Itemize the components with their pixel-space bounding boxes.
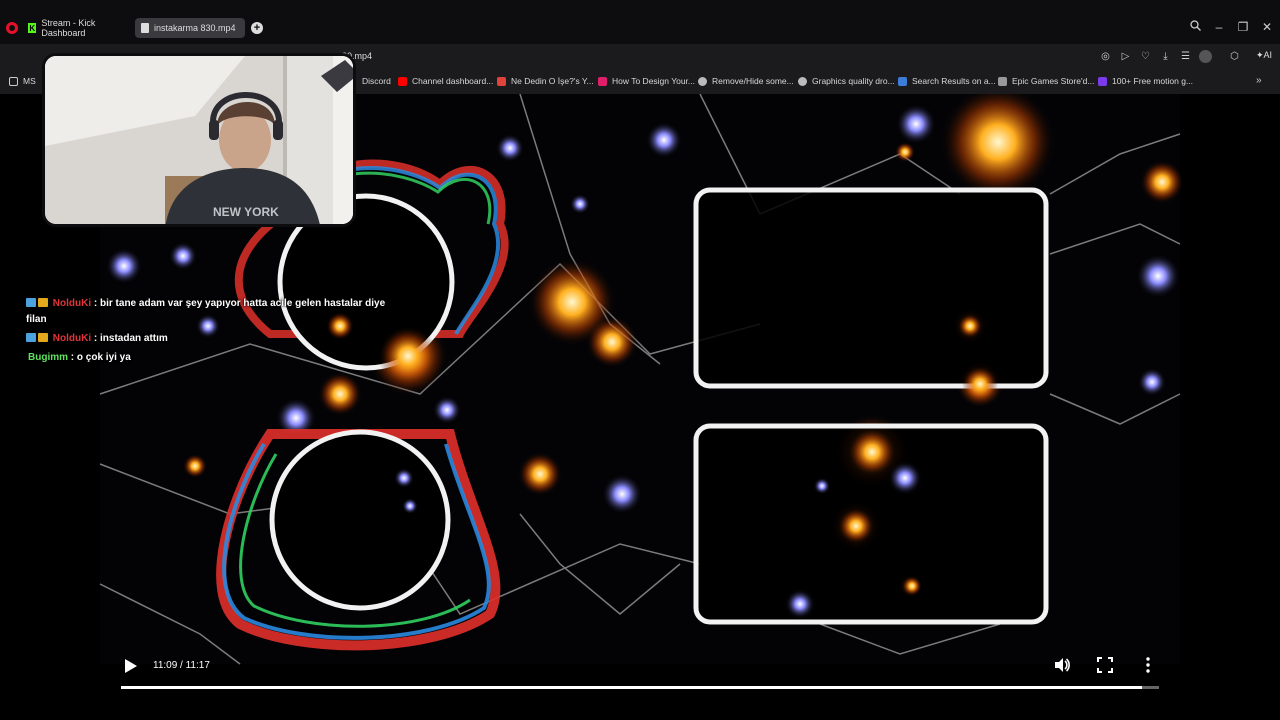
webcam-image: NEW YORK bbox=[45, 56, 353, 224]
menu-icon[interactable]: ☰ bbox=[1179, 50, 1192, 63]
bookmark-item[interactable]: 100+ Free motion g... bbox=[1098, 76, 1193, 86]
motion-icon bbox=[1098, 76, 1107, 86]
bookmark-item[interactable]: Remove/Hide some... bbox=[698, 76, 794, 86]
send-icon[interactable]: ▷ bbox=[1119, 50, 1132, 63]
play-icon bbox=[125, 659, 137, 673]
search-icon bbox=[898, 76, 907, 86]
chat-username: NolduKi bbox=[52, 333, 92, 344]
chat-text: : o çok iyi ya bbox=[70, 352, 131, 363]
bookmark-item[interactable]: Channel dashboard... bbox=[398, 76, 493, 86]
progress-fill bbox=[121, 686, 1143, 689]
file-icon bbox=[141, 23, 149, 33]
tab-label: instakarma 830.mp4 bbox=[154, 23, 236, 33]
tab-label: Stream - Kick Dashboard bbox=[41, 18, 96, 38]
tab-video-file[interactable]: instakarma 830.mp4 bbox=[135, 18, 245, 38]
tab-kick-dashboard[interactable]: K Stream - Kick Dashboard bbox=[22, 18, 132, 38]
more-options-button[interactable] bbox=[1139, 656, 1157, 674]
chat-text: : instadan attım bbox=[93, 333, 168, 344]
chat-overlay: NolduKi : bir tane adam var şey yapıyor … bbox=[26, 296, 396, 369]
close-button[interactable]: ✕ bbox=[1259, 20, 1275, 34]
epic-icon bbox=[998, 76, 1007, 86]
gear-icon bbox=[698, 76, 707, 86]
ai-label: AI bbox=[1263, 50, 1273, 60]
camera-icon[interactable]: ◎ bbox=[1099, 50, 1112, 63]
minimize-button[interactable]: – bbox=[1211, 20, 1227, 34]
play-button[interactable] bbox=[124, 658, 138, 674]
figma-icon bbox=[598, 76, 607, 86]
bookmark-item[interactable]: Graphics quality dro... bbox=[798, 76, 895, 86]
download-icon[interactable]: ⤓ bbox=[1159, 50, 1172, 63]
chevron-right-icon[interactable]: » bbox=[1256, 75, 1262, 86]
subscriber-badge-icon bbox=[26, 333, 36, 342]
more-vertical-icon bbox=[1146, 657, 1150, 673]
ai-button[interactable]: ✦AI bbox=[1256, 50, 1272, 61]
bookmark-item[interactable]: Search Results on a... bbox=[898, 76, 996, 86]
time-display: 11:09 / 11:17 bbox=[153, 660, 210, 671]
folder-icon bbox=[9, 76, 18, 86]
chart-icon bbox=[497, 76, 506, 86]
youtube-icon bbox=[398, 76, 407, 86]
bookmark-label: Ne Dedin O İşe?'s Y... bbox=[511, 76, 594, 86]
volume-icon bbox=[1055, 658, 1070, 672]
opera-logo-icon[interactable] bbox=[6, 22, 18, 34]
new-tab-button[interactable]: + bbox=[251, 22, 263, 34]
bookmark-label: Discord bbox=[362, 76, 391, 86]
bookmark-label: 100+ Free motion g... bbox=[1112, 76, 1194, 86]
chat-text: : bir tane adam var şey yapıyor hatta ac… bbox=[93, 298, 386, 309]
restore-button[interactable]: ❐ bbox=[1235, 20, 1251, 34]
heart-icon[interactable]: ♡ bbox=[1139, 50, 1152, 63]
crown-badge-icon bbox=[38, 333, 48, 342]
progress-bar[interactable] bbox=[121, 686, 1159, 689]
search-tabs-icon[interactable] bbox=[1187, 20, 1203, 34]
bookmark-item[interactable]: Discord bbox=[362, 76, 391, 86]
bookmark-item[interactable]: How To Design Your... bbox=[598, 76, 695, 86]
chat-username: Bugimm bbox=[28, 352, 68, 363]
fullscreen-button[interactable] bbox=[1096, 656, 1114, 674]
bookmark-item[interactable]: Ne Dedin O İşe?'s Y... bbox=[497, 76, 594, 86]
bookmark-label: Search Results on a... bbox=[912, 76, 996, 86]
gear-icon bbox=[798, 76, 807, 86]
bookmark-item[interactable]: MS bbox=[9, 76, 36, 86]
chat-text-continuation: filan bbox=[26, 314, 47, 325]
chat-message: NolduKi : bir tane adam var şey yapıyor … bbox=[26, 296, 396, 328]
fullscreen-icon bbox=[1097, 657, 1113, 673]
bookmark-label: Graphics quality dro... bbox=[812, 76, 895, 86]
extensions-icon[interactable]: ⬡ bbox=[1228, 50, 1241, 63]
bookmark-label: MS bbox=[23, 76, 36, 86]
bookmark-label: Remove/Hide some... bbox=[712, 76, 794, 86]
chat-message: NolduKi : instadan attım bbox=[26, 331, 396, 347]
bookmark-label: How To Design Your... bbox=[612, 76, 696, 86]
volume-button[interactable] bbox=[1053, 656, 1071, 674]
webcam-overlay: NEW YORK bbox=[42, 53, 356, 227]
bookmark-label: Channel dashboard... bbox=[412, 76, 494, 86]
avatar[interactable] bbox=[1199, 50, 1212, 63]
kick-icon: K bbox=[28, 23, 37, 33]
bookmark-item[interactable]: Epic Games Store'd... bbox=[998, 76, 1094, 86]
crown-badge-icon bbox=[38, 298, 48, 307]
svg-text:NEW YORK: NEW YORK bbox=[213, 205, 279, 219]
chat-message: Bugimm : o çok iyi ya bbox=[26, 350, 396, 366]
subscriber-badge-icon bbox=[26, 298, 36, 307]
bookmark-label: Epic Games Store'd... bbox=[1012, 76, 1095, 86]
chat-username: NolduKi bbox=[52, 298, 92, 309]
